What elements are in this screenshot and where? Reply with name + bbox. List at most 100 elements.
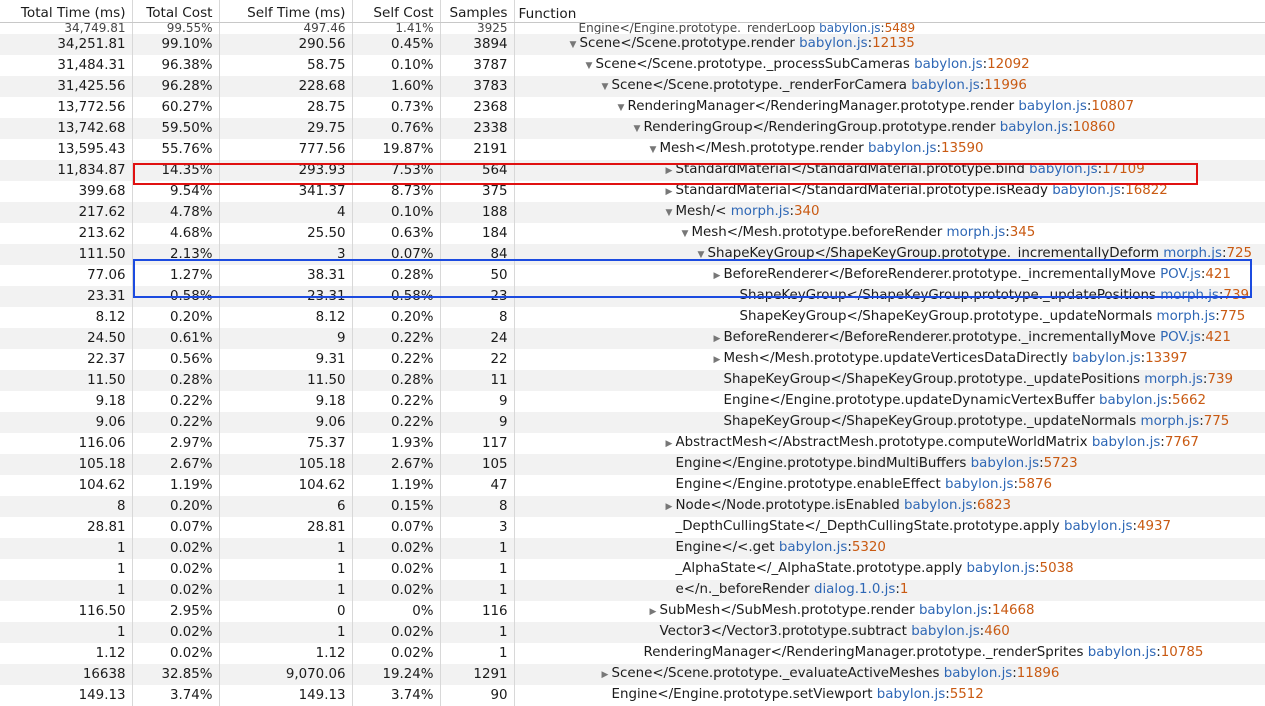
table-row[interactable]: 116.502.95%00%116▶SubMesh</SubMesh.proto… — [0, 601, 1265, 622]
table-row[interactable]: 13,595.4355.76%777.5619.87%2191▼Mesh</Me… — [0, 139, 1265, 160]
source-line-number[interactable]: 460 — [984, 624, 1010, 639]
source-file-link[interactable]: dialog.1.0.js — [814, 582, 895, 597]
source-file-link[interactable]: morph.js — [1144, 372, 1203, 387]
table-row[interactable]: 116.062.97%75.371.93%117▶AbstractMesh</A… — [0, 433, 1265, 454]
source-file-link[interactable]: babylon.js — [967, 561, 1035, 576]
expand-toggle-open-icon[interactable]: ▼ — [633, 120, 642, 139]
table-row[interactable]: 34,251.8199.10%290.560.45%3894▼Scene</Sc… — [0, 34, 1265, 55]
source-file-link[interactable]: POV.js — [1160, 330, 1201, 345]
col-self-time-header[interactable]: Self Time (ms) — [219, 0, 352, 23]
expand-toggle-open-icon[interactable]: ▼ — [649, 141, 658, 160]
expand-toggle-closed-icon[interactable]: ▶ — [665, 162, 674, 181]
expand-toggle-closed-icon[interactable]: ▶ — [713, 330, 722, 349]
source-file-link[interactable]: morph.js — [1160, 288, 1219, 303]
table-row[interactable]: 1663832.85%9,070.0619.24%1291▶Scene</Sce… — [0, 664, 1265, 685]
source-line-number[interactable]: 12092 — [987, 57, 1030, 72]
expand-toggle-open-icon[interactable]: ▼ — [697, 246, 706, 265]
col-samples-header[interactable]: Samples — [440, 0, 514, 23]
col-total-cost-header[interactable]: Total Cost — [132, 0, 219, 23]
table-row[interactable]: 23.310.58%23.310.58%23▶ShapeKeyGroup</Sh… — [0, 286, 1265, 307]
expand-toggle-closed-icon[interactable]: ▶ — [665, 183, 674, 202]
table-row[interactable]: 24.500.61%90.22%24▶BeforeRenderer</Befor… — [0, 328, 1265, 349]
source-line-number[interactable]: 16822 — [1125, 183, 1168, 198]
source-line-number[interactable]: 5723 — [1044, 456, 1078, 471]
table-row[interactable]: 22.370.56%9.310.22%22▶Mesh</Mesh.prototy… — [0, 349, 1265, 370]
source-file-link[interactable]: babylon.js — [1064, 519, 1132, 534]
table-row[interactable]: 10.02%10.02%1▶Vector3</Vector3.prototype… — [0, 622, 1265, 643]
source-file-link[interactable]: morph.js — [947, 225, 1006, 240]
source-line-number[interactable]: 5662 — [1172, 393, 1206, 408]
table-row[interactable]: 8.120.20%8.120.20%8▶ShapeKeyGroup</Shape… — [0, 307, 1265, 328]
source-line-number[interactable]: 11896 — [1017, 666, 1060, 681]
source-file-link[interactable]: babylon.js — [1088, 645, 1156, 660]
source-file-link[interactable]: babylon.js — [914, 57, 982, 72]
source-file-link[interactable]: babylon.js — [1072, 351, 1140, 366]
source-line-number[interactable]: 17109 — [1102, 162, 1145, 177]
source-file-link[interactable]: morph.js — [1157, 309, 1216, 324]
source-line-number[interactable]: 13590 — [941, 141, 984, 156]
source-file-link[interactable]: POV.js — [1160, 267, 1201, 282]
source-file-link[interactable]: babylon.js — [919, 603, 987, 618]
source-line-number[interactable]: 14668 — [992, 603, 1035, 618]
source-file-link[interactable]: morph.js — [1163, 246, 1222, 261]
source-file-link[interactable]: babylon.js — [945, 477, 1013, 492]
expand-toggle-open-icon[interactable]: ▼ — [569, 36, 578, 55]
table-row[interactable]: 11.500.28%11.500.28%11▶ShapeKeyGroup</Sh… — [0, 370, 1265, 391]
table-row-partial[interactable]: 34,749.8199.55%497.461.41%3925Engine</En… — [0, 23, 1265, 35]
expand-toggle-closed-icon[interactable]: ▶ — [665, 498, 674, 517]
source-line-number[interactable]: 421 — [1205, 267, 1231, 282]
source-line-number[interactable]: 340 — [794, 204, 820, 219]
source-file-link[interactable]: babylon.js — [799, 36, 867, 51]
source-file-link[interactable]: babylon.js — [1092, 435, 1160, 450]
source-file-link[interactable]: babylon.js — [868, 141, 936, 156]
source-line-number[interactable]: 13397 — [1145, 351, 1188, 366]
source-file-link[interactable]: babylon.js — [1099, 393, 1167, 408]
source-file-link[interactable]: babylon.js — [819, 23, 880, 35]
source-file-link[interactable]: babylon.js — [1052, 183, 1120, 198]
source-line-number[interactable]: 5320 — [852, 540, 886, 555]
col-function-header[interactable]: Function — [514, 0, 1265, 23]
source-line-number[interactable]: 10785 — [1161, 645, 1204, 660]
table-row[interactable]: 11,834.8714.35%293.937.53%564▶StandardMa… — [0, 160, 1265, 181]
source-line-number[interactable]: 421 — [1205, 330, 1231, 345]
table-row[interactable]: 104.621.19%104.621.19%47▶Engine</Engine.… — [0, 475, 1265, 496]
table-row[interactable]: 1.120.02%1.120.02%1▶RenderingManager</Re… — [0, 643, 1265, 664]
source-line-number[interactable]: 10807 — [1091, 99, 1134, 114]
table-row[interactable]: 31,484.3196.38%58.750.10%3787▼Scene</Sce… — [0, 55, 1265, 76]
expand-toggle-closed-icon[interactable]: ▶ — [713, 267, 722, 286]
source-line-number[interactable]: 345 — [1010, 225, 1036, 240]
col-total-time-header[interactable]: Total Time (ms) — [0, 0, 132, 23]
table-row[interactable]: 13,772.5660.27%28.750.73%2368▼RenderingM… — [0, 97, 1265, 118]
source-file-link[interactable]: babylon.js — [944, 666, 1012, 681]
source-file-link[interactable]: babylon.js — [971, 456, 1039, 471]
expand-toggle-closed-icon[interactable]: ▶ — [649, 603, 658, 622]
col-self-cost-header[interactable]: Self Cost — [352, 0, 440, 23]
table-row[interactable]: 217.624.78%40.10%188▼Mesh/< morph.js:340 — [0, 202, 1265, 223]
expand-toggle-open-icon[interactable]: ▼ — [665, 204, 674, 223]
source-file-link[interactable]: morph.js — [1141, 414, 1200, 429]
source-file-link[interactable]: babylon.js — [1029, 162, 1097, 177]
source-line-number[interactable]: 1 — [900, 582, 909, 597]
source-file-link[interactable]: babylon.js — [877, 687, 945, 702]
source-line-number[interactable]: 739 — [1207, 372, 1233, 387]
expand-toggle-closed-icon[interactable]: ▶ — [601, 666, 610, 685]
source-line-number[interactable]: 5512 — [950, 687, 984, 702]
source-line-number[interactable]: 10860 — [1073, 120, 1116, 135]
table-row[interactable]: 28.810.07%28.810.07%3▶_DepthCullingState… — [0, 517, 1265, 538]
table-row[interactable]: 10.02%10.02%1▶Engine</<.get babylon.js:5… — [0, 538, 1265, 559]
table-row[interactable]: 10.02%10.02%1▶e</n._beforeRender dialog.… — [0, 580, 1265, 601]
source-line-number[interactable]: 5038 — [1040, 561, 1074, 576]
source-line-number[interactable]: 725 — [1227, 246, 1253, 261]
table-row[interactable]: 77.061.27%38.310.28%50▶BeforeRenderer</B… — [0, 265, 1265, 286]
source-file-link[interactable]: babylon.js — [911, 78, 979, 93]
table-row[interactable]: 31,425.5696.28%228.681.60%3783▼Scene</Sc… — [0, 76, 1265, 97]
table-row[interactable]: 13,742.6859.50%29.750.76%2338▼RenderingG… — [0, 118, 1265, 139]
source-line-number[interactable]: 775 — [1204, 414, 1230, 429]
expand-toggle-open-icon[interactable]: ▼ — [585, 57, 594, 76]
table-row[interactable]: 213.624.68%25.500.63%184▼Mesh</Mesh.prot… — [0, 223, 1265, 244]
table-row[interactable]: 399.689.54%341.378.73%375▶StandardMateri… — [0, 181, 1265, 202]
expand-toggle-closed-icon[interactable]: ▶ — [665, 435, 674, 454]
table-row[interactable]: 10.02%10.02%1▶_AlphaState</_AlphaState.p… — [0, 559, 1265, 580]
source-line-number[interactable]: 7767 — [1165, 435, 1199, 450]
expand-toggle-open-icon[interactable]: ▼ — [617, 99, 626, 118]
